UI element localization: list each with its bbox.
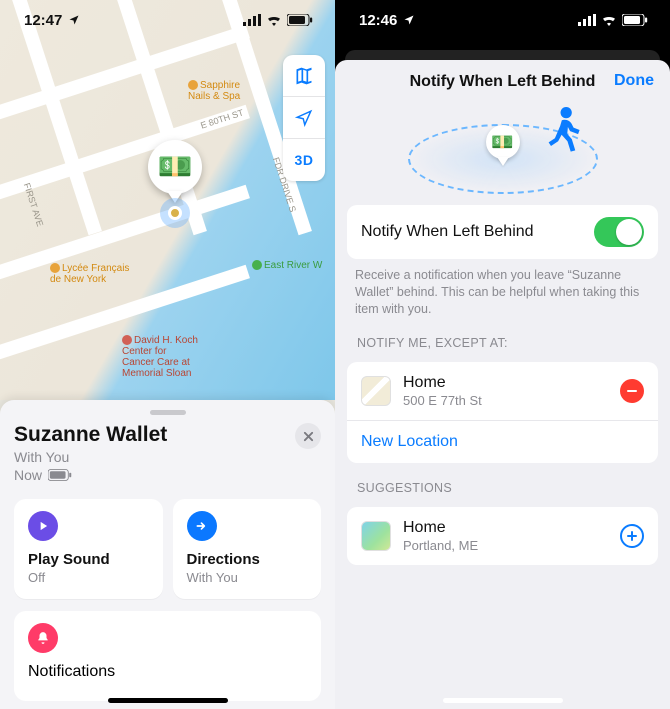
play-icon <box>28 511 58 541</box>
map-avenue-label: FIRST AVE <box>21 182 44 228</box>
notify-toggle-row: Notify When Left Behind <box>347 205 658 259</box>
wifi-icon <box>266 14 282 26</box>
left-behind-illustration: 💵 <box>335 104 670 199</box>
sheet-grabber[interactable] <box>150 410 186 415</box>
notify-settings-modal: Notify When Left Behind Done 💵 Notify Wh… <box>335 60 670 709</box>
play-sound-tile[interactable]: Play Sound Off <box>14 499 163 599</box>
item-battery-icon <box>48 469 72 481</box>
except-subtitle: 500 E 77th St <box>403 393 608 408</box>
item-emoji-icon: 💵 <box>158 153 193 181</box>
map-thumb-icon <box>361 521 391 551</box>
map-poi-hospital[interactable]: David H. Koch Center for Cancer Care at … <box>122 335 198 379</box>
home-indicator[interactable] <box>443 698 563 703</box>
tracked-item-pin[interactable]: 💵 <box>140 140 210 220</box>
close-sheet-button[interactable] <box>295 423 321 449</box>
item-detail-sheet[interactable]: Suzanne Wallet With You Now <box>0 400 335 709</box>
3d-button[interactable]: 3D <box>283 139 325 181</box>
except-section-header: NOTIFY ME, EXCEPT AT: <box>335 318 670 356</box>
battery-icon <box>622 14 648 26</box>
directions-label: Directions <box>187 551 308 568</box>
notify-toggle[interactable] <box>594 217 644 247</box>
suggestion-row[interactable]: Home Portland, ME <box>347 507 658 565</box>
status-bar: 12:46 <box>335 0 670 40</box>
map-controls: 3D <box>283 55 325 181</box>
left-phone-screenshot: 12:47 Sapphire Nails & Spa Lycée Françai… <box>0 0 335 709</box>
home-indicator[interactable] <box>108 698 228 703</box>
play-sound-label: Play Sound <box>28 551 149 568</box>
item-status: With You <box>14 449 69 465</box>
item-last-seen: Now <box>14 467 42 483</box>
play-sound-status: Off <box>28 570 149 585</box>
directions-icon <box>187 511 217 541</box>
directions-status: With You <box>187 570 308 585</box>
done-button[interactable]: Done <box>614 72 654 90</box>
map-thumb-icon <box>361 376 391 406</box>
notifications-label: Notifications <box>28 663 307 681</box>
cellular-icon <box>243 14 261 26</box>
except-location-row[interactable]: Home 500 E 77th St <box>347 362 658 420</box>
item-title: Suzanne Wallet <box>14 423 167 447</box>
directions-tile[interactable]: Directions With You <box>173 499 322 599</box>
walking-person-icon <box>538 104 590 161</box>
suggestion-title: Home <box>403 519 608 537</box>
map-view[interactable]: Sapphire Nails & Spa Lycée Français de N… <box>0 0 335 400</box>
location-services-icon <box>403 14 415 26</box>
map-mode-button[interactable] <box>283 55 325 97</box>
modal-header: Notify When Left Behind Done <box>335 60 670 104</box>
map-poi-spa[interactable]: Sapphire Nails & Spa <box>188 80 240 102</box>
item-pin-icon: 💵 <box>486 125 520 166</box>
map-poi-park[interactable]: East River W <box>252 260 322 271</box>
suggestions-section-header: SUGGESTIONS <box>335 463 670 501</box>
status-time: 12:47 <box>24 12 62 29</box>
bell-icon <box>28 623 58 653</box>
status-time: 12:46 <box>359 12 397 29</box>
remove-location-button[interactable] <box>620 379 644 403</box>
location-services-icon <box>68 14 80 26</box>
recenter-button[interactable] <box>283 97 325 139</box>
except-title: Home <box>403 374 608 392</box>
notifications-tile[interactable]: Notifications <box>14 611 321 701</box>
precise-location-dot <box>160 198 190 228</box>
wifi-icon <box>601 14 617 26</box>
new-location-button[interactable]: New Location <box>347 420 658 463</box>
right-phone-screenshot: 12:46 Notify When Left Behind Done 💵 <box>335 0 670 709</box>
cellular-icon <box>578 14 596 26</box>
toggle-explain-text: Receive a notification when you leave “S… <box>335 259 670 318</box>
modal-title: Notify When Left Behind <box>410 73 596 91</box>
status-bar: 12:47 <box>0 0 335 40</box>
add-suggestion-button[interactable] <box>620 524 644 548</box>
suggestion-subtitle: Portland, ME <box>403 538 608 553</box>
toggle-label: Notify When Left Behind <box>361 223 582 241</box>
map-poi-school[interactable]: Lycée Français de New York <box>50 263 129 285</box>
battery-icon <box>287 14 313 26</box>
